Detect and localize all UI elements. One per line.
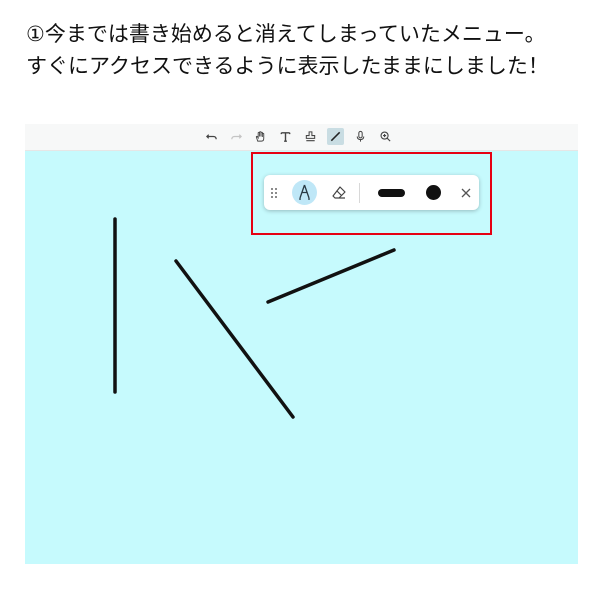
thickness-button[interactable]	[376, 175, 406, 210]
caption-line-1: ①今までは書き始めると消えてしまっていたメニュー。	[26, 22, 546, 46]
eraser-icon	[332, 185, 346, 199]
pen-tool-button[interactable]	[327, 128, 344, 145]
pen-stroke	[174, 259, 295, 419]
pen-mode-button[interactable]	[292, 180, 317, 205]
pen-menu	[264, 175, 479, 210]
drawing-app	[25, 124, 578, 564]
pen-menu-divider	[359, 183, 360, 203]
text-icon	[280, 132, 291, 142]
redo-icon	[231, 134, 242, 140]
pen-line-icon	[330, 131, 341, 142]
eraser-button[interactable]	[328, 175, 350, 210]
microphone-button[interactable]	[352, 128, 369, 145]
drag-handle-icon	[271, 187, 277, 198]
pen-icon	[299, 184, 310, 200]
microphone-icon	[356, 130, 365, 142]
text-button[interactable]	[277, 128, 294, 145]
zoom-button[interactable]	[377, 128, 394, 145]
pen-stroke	[266, 248, 396, 304]
redo-button[interactable]	[228, 128, 245, 145]
top-toolbar	[25, 124, 578, 151]
close-icon	[461, 188, 471, 197]
undo-button[interactable]	[203, 128, 220, 145]
thickness-icon	[377, 188, 405, 197]
pan-button[interactable]	[252, 128, 269, 145]
color-button[interactable]	[424, 175, 442, 210]
color-icon	[425, 185, 441, 200]
stamp-button[interactable]	[302, 128, 319, 145]
stamp-icon	[305, 131, 316, 142]
caption: ①今までは書き始めると消えてしまっていたメニュー。 すぐにアクセスできるように表…	[26, 18, 591, 82]
zoom-icon	[380, 131, 391, 142]
close-menu-button[interactable]	[459, 175, 473, 210]
hand-icon	[255, 131, 265, 142]
caption-line-2: すぐにアクセスできるように表示したままにしました！	[26, 54, 549, 78]
pen-menu-drag-handle[interactable]	[268, 175, 280, 210]
undo-icon	[206, 134, 217, 140]
